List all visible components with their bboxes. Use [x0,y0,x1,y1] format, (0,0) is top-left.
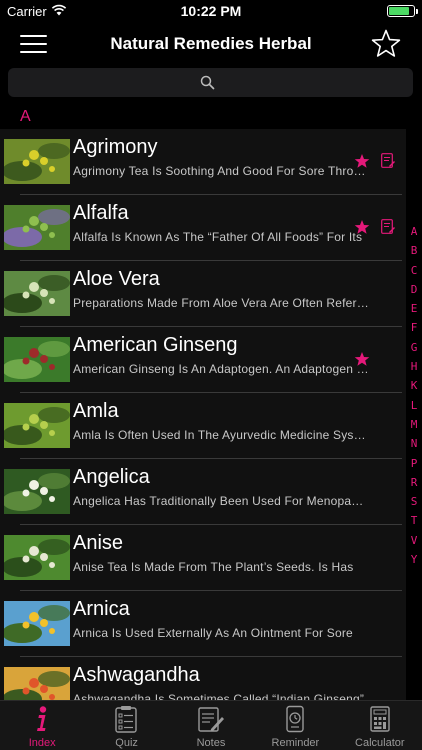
herb-thumbnail [4,535,70,580]
herb-description: Alfalfa Is Known As The “Father Of All F… [73,230,363,244]
herb-description: Agrimony Tea Is Soothing And Good For So… [73,164,369,178]
herb-row[interactable]: Amla Amla Is Often Used In The Ayurvedic … [0,393,406,459]
herb-thumbnail [4,403,70,448]
tab-label: Calculator [355,737,405,749]
index-letter[interactable]: F [406,318,422,337]
tab-bar: Index Quiz Notes Reminder Calculator [0,700,422,750]
index-letter[interactable]: E [406,299,422,318]
reminder-clock-icon [281,705,309,733]
herb-row[interactable]: Agrimony Agrimony Tea Is Soothing And Goo… [0,129,406,195]
herb-name: Aloe Vera [73,268,160,290]
herb-description: Anise Tea Is Made From The Plant’s Seeds… [73,560,354,574]
herb-row[interactable]: Anise Anise Tea Is Made From The Plant’s … [0,525,406,591]
section-header: A [20,108,31,125]
tab-label: Quiz [115,737,138,749]
herb-thumbnail [4,667,70,700]
notes-pencil-icon [197,705,225,733]
herb-name: Anise [73,532,124,554]
index-letter[interactable]: L [406,396,422,415]
herb-name: Alfalfa [73,202,129,224]
herb-row[interactable]: Ashwagandha Ashwagandha Is Sometimes Call… [0,657,406,700]
quiz-clipboard-icon [112,705,140,733]
tab-quiz[interactable]: Quiz [84,701,168,750]
favorite-star-icon[interactable] [354,351,370,367]
herb-thumbnail [4,337,70,382]
herb-thumbnail [4,271,70,316]
page-title: Natural Remedies Herbal [110,34,312,53]
herb-name: American Ginseng [73,334,238,356]
tab-label: Notes [196,737,226,749]
navigation-bar: Natural Remedies Herbal [0,22,422,66]
index-letter[interactable]: A [406,222,422,241]
herb-description: Arnica Is Used Externally As An Ointment… [73,626,353,640]
status-time: 10:22 PM [180,3,242,19]
herb-thumbnail [4,139,70,184]
alphabet-index[interactable]: ABCDEFGHKLMNPRSTVY [406,222,422,569]
status-bar: Carrier 10:22 PM [0,0,422,22]
herb-name: Agrimony [73,136,158,158]
search-input[interactable] [8,68,413,97]
herb-thumbnail [4,601,70,646]
herb-row[interactable]: Arnica Arnica Is Used Externally As An Oi… [0,591,406,657]
tab-calculator[interactable]: Calculator [338,701,422,750]
note-icon[interactable] [381,219,395,234]
herb-name: Angelica [73,466,150,488]
herb-description: Amla Is Often Used In The Ayurvedic Medi… [73,428,369,442]
index-letter[interactable]: G [406,338,422,357]
note-icon[interactable] [381,153,395,168]
index-letter[interactable]: B [406,241,422,260]
tab-reminder[interactable]: Reminder [253,701,337,750]
index-letter[interactable]: C [406,261,422,280]
calculator-icon [366,705,394,733]
info-icon [28,705,56,733]
index-letter[interactable]: K [406,376,422,395]
index-letter[interactable]: S [406,492,422,511]
herb-row[interactable]: American Ginseng American Ginseng Is An A… [0,327,406,393]
tab-index[interactable]: Index [0,701,84,750]
herb-row[interactable]: Aloe Vera Preparations Made From Aloe Ver… [0,261,406,327]
herb-row[interactable]: Alfalfa Alfalfa Is Known As The “Father O… [0,195,406,261]
herb-thumbnail [4,469,70,514]
herb-row[interactable]: Angelica Angelica Has Traditionally Been … [0,459,406,525]
index-letter[interactable]: H [406,357,422,376]
index-letter[interactable]: D [406,280,422,299]
herb-name: Amla [73,400,119,422]
herb-description: American Ginseng Is An Adaptogen. An Ada… [73,362,369,376]
herb-description: Preparations Made From Aloe Vera Are Oft… [73,296,369,310]
index-letter[interactable]: R [406,473,422,492]
star-outline-icon[interactable] [370,28,402,60]
battery-icon [387,5,418,17]
index-letter[interactable]: T [406,511,422,530]
index-letter[interactable]: P [406,454,422,473]
search-icon [200,75,215,90]
index-letter[interactable]: V [406,531,422,550]
index-letter[interactable]: M [406,415,422,434]
herb-name: Ashwagandha [73,664,200,686]
tab-notes[interactable]: Notes [169,701,253,750]
herb-name: Arnica [73,598,130,620]
index-letter[interactable]: Y [406,550,422,569]
index-letter[interactable]: N [406,434,422,453]
herb-list: Agrimony Agrimony Tea Is Soothing And Goo… [0,129,406,700]
tab-label: Index [28,737,56,749]
herb-thumbnail [4,205,70,250]
tab-label: Reminder [271,737,320,749]
favorite-star-icon[interactable] [354,153,370,169]
favorite-star-icon[interactable] [354,219,370,235]
herb-description: Angelica Has Traditionally Been Used For… [73,494,369,508]
herb-description: Ashwagandha Is Sometimes Called “Indian … [73,692,365,700]
